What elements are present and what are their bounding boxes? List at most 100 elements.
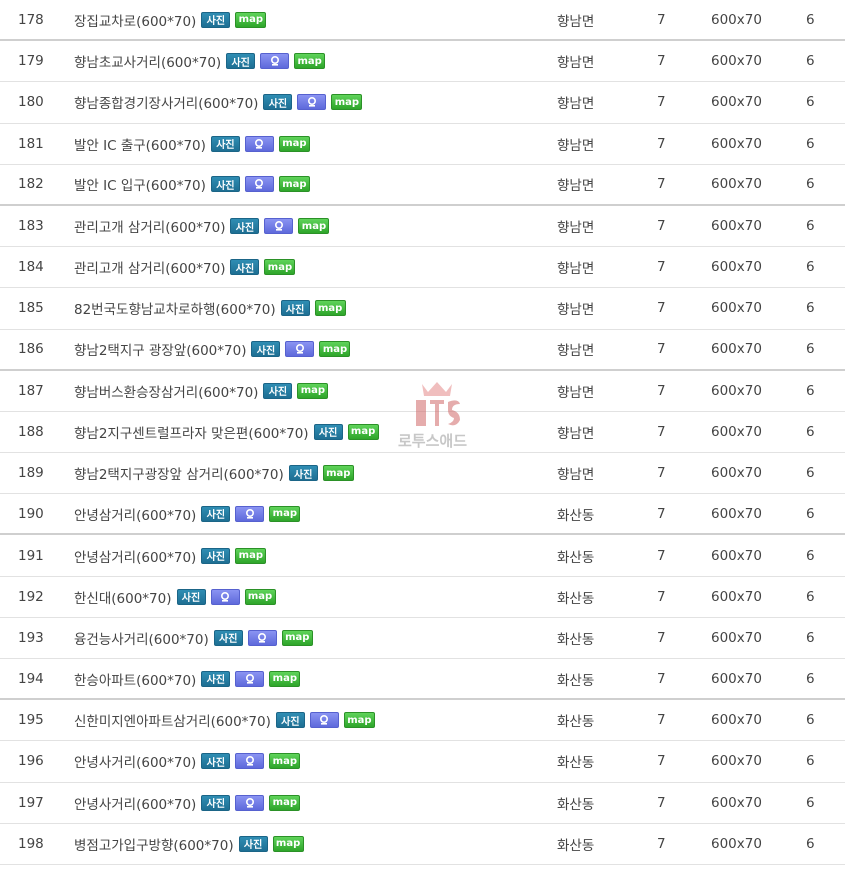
map-button[interactable]: map xyxy=(294,53,326,70)
photo-button[interactable]: 사진 xyxy=(313,423,343,440)
map-button[interactable]: map xyxy=(269,670,301,687)
photo-button[interactable]: 사진 xyxy=(201,670,231,687)
table-row: 192 한신대(600*70) 사진 map 화산동 7 600x70 6 xyxy=(0,577,845,618)
location-name: 향남2지구센트럴프라자 맞은편(600*70) xyxy=(74,425,309,442)
count: 6 xyxy=(806,341,815,358)
photo-button[interactable]: 사진 xyxy=(176,588,206,605)
row-number: 186 xyxy=(18,341,44,358)
photo-button[interactable]: 사진 xyxy=(213,629,243,646)
photo-button[interactable]: 사진 xyxy=(210,135,240,152)
street-view-button[interactable] xyxy=(309,712,339,729)
street-view-button[interactable] xyxy=(297,94,327,111)
street-view-button[interactable] xyxy=(235,670,265,687)
area-name: 향남면 xyxy=(557,178,595,195)
count: 6 xyxy=(806,547,815,564)
photo-button[interactable]: 사진 xyxy=(280,300,310,317)
area-name: 화산동 xyxy=(557,796,595,813)
street-view-button[interactable] xyxy=(264,218,294,235)
street-view-button[interactable] xyxy=(244,176,274,193)
quantity: 7 xyxy=(657,505,666,522)
map-button[interactable]: map xyxy=(331,94,363,111)
street-view-button[interactable] xyxy=(235,753,265,770)
table-row: 196 안녕사거리(600*70) 사진 map 화산동 7 600x70 6 xyxy=(0,741,845,783)
table-row: 193 융건능사거리(600*70) 사진 map 화산동 7 600x70 6 xyxy=(0,618,845,659)
location-name: 한승아파트(600*70) xyxy=(74,672,197,689)
quantity: 7 xyxy=(657,465,666,482)
table-row: 183 관리고개 삼거리(600*70) 사진 map 향남면 7 600x70 6 xyxy=(0,206,845,248)
photo-button[interactable]: 사진 xyxy=(275,712,305,729)
photo-button[interactable]: 사진 xyxy=(201,505,231,522)
map-button[interactable]: map xyxy=(347,423,379,440)
map-button[interactable]: map xyxy=(297,382,329,399)
photo-button[interactable]: 사진 xyxy=(263,94,293,111)
map-button[interactable]: map xyxy=(235,11,267,28)
street-view-icon xyxy=(245,797,254,808)
street-view-icon xyxy=(255,179,264,189)
quantity: 7 xyxy=(657,835,666,852)
count: 6 xyxy=(806,135,815,152)
photo-button[interactable]: 사진 xyxy=(201,547,231,564)
location-name-cell: 관리고개 삼거리(600*70) 사진 map xyxy=(74,247,296,287)
photo-button[interactable]: 사진 xyxy=(238,835,268,852)
row-number: 191 xyxy=(18,547,44,564)
row-number: 187 xyxy=(18,382,44,399)
map-button[interactable]: map xyxy=(272,835,304,852)
photo-button[interactable]: 사진 xyxy=(201,753,231,770)
photo-button[interactable]: 사진 xyxy=(263,382,293,399)
street-view-button[interactable] xyxy=(210,588,240,605)
row-number: 189 xyxy=(18,465,44,482)
street-view-button[interactable] xyxy=(235,794,265,811)
map-button[interactable]: map xyxy=(235,547,267,564)
photo-button[interactable]: 사진 xyxy=(210,176,240,193)
photo-button[interactable]: 사진 xyxy=(251,341,281,358)
street-view-button[interactable] xyxy=(247,629,277,646)
table-row: 187 향남버스환승장삼거리(600*70) 사진 map 향남면 7 600x70 6 xyxy=(0,371,845,412)
row-number: 181 xyxy=(18,135,44,152)
row-number: 179 xyxy=(18,53,44,70)
street-view-icon xyxy=(307,97,316,108)
location-name-cell: 향남버스환승장삼거리(600*70) 사진 map xyxy=(74,371,329,411)
table-row: 194 한승아파트(600*70) 사진 map 화산동 7 600x70 6 xyxy=(0,659,845,701)
location-name: 안녕사거리(600*70) xyxy=(74,796,197,813)
map-button[interactable]: map xyxy=(319,341,351,358)
quantity: 7 xyxy=(657,629,666,646)
location-name: 안녕사거리(600*70) xyxy=(74,755,197,772)
location-name: 병점고가입구방향(600*70) xyxy=(74,837,234,854)
map-button[interactable]: map xyxy=(343,712,375,729)
map-button[interactable]: map xyxy=(322,465,354,482)
street-view-icon xyxy=(255,138,264,149)
map-button[interactable]: map xyxy=(298,218,330,235)
map-button[interactable]: map xyxy=(269,794,301,811)
photo-button[interactable]: 사진 xyxy=(288,465,318,482)
row-number: 188 xyxy=(18,423,44,440)
map-button[interactable]: map xyxy=(314,300,346,317)
count: 6 xyxy=(806,794,815,811)
banner-size: 600x70 xyxy=(711,465,762,482)
street-view-button[interactable] xyxy=(260,53,290,70)
photo-button[interactable]: 사진 xyxy=(226,53,256,70)
map-button[interactable]: map xyxy=(244,588,276,605)
street-view-button[interactable] xyxy=(244,135,274,152)
map-button[interactable]: map xyxy=(278,135,310,152)
location-name: 82번국도향남교차로하행(600*70) xyxy=(74,302,276,319)
row-number: 182 xyxy=(18,176,44,193)
location-name: 안녕삼거리(600*70) xyxy=(74,507,197,524)
quantity: 7 xyxy=(657,53,666,70)
photo-button[interactable]: 사진 xyxy=(201,11,231,28)
location-name-cell: 안녕사거리(600*70) 사진 map xyxy=(74,741,301,781)
banner-size: 600x70 xyxy=(711,794,762,811)
banner-size: 600x70 xyxy=(711,94,762,111)
street-view-button[interactable] xyxy=(285,341,315,358)
area-name: 화산동 xyxy=(557,549,595,566)
map-button[interactable]: map xyxy=(281,629,313,646)
photo-button[interactable]: 사진 xyxy=(230,218,260,235)
street-view-button[interactable] xyxy=(235,505,265,522)
map-button[interactable]: map xyxy=(269,505,301,522)
area-name: 향남면 xyxy=(557,425,595,442)
map-button[interactable]: map xyxy=(264,259,296,276)
map-button[interactable]: map xyxy=(278,176,310,193)
row-number: 183 xyxy=(18,218,44,235)
photo-button[interactable]: 사진 xyxy=(230,259,260,276)
map-button[interactable]: map xyxy=(269,753,301,770)
photo-button[interactable]: 사진 xyxy=(201,794,231,811)
